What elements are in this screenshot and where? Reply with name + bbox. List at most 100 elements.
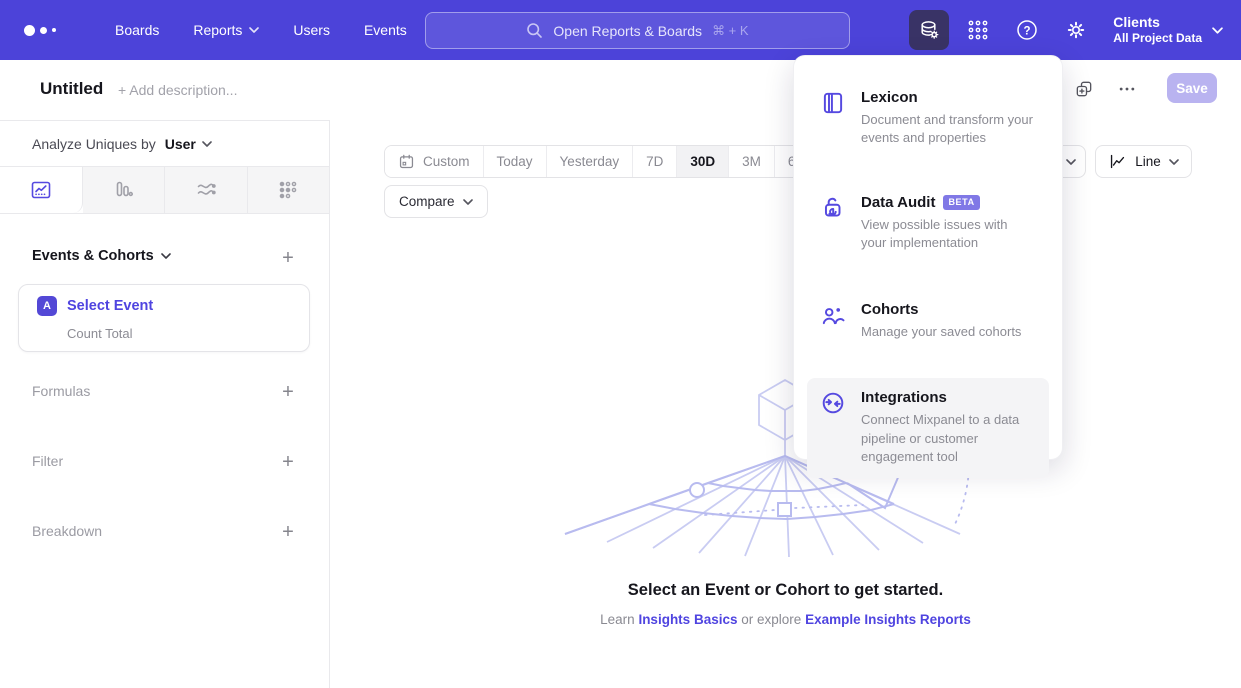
search-placeholder: Open Reports & Boards (553, 23, 702, 39)
formulas-section-label: Formulas (32, 383, 90, 399)
bar-chart-tab-icon (111, 178, 135, 202)
date-range-3m[interactable]: 3M (729, 146, 775, 177)
menu-item-description: View possible issues with your implement… (861, 216, 1036, 253)
chevron-down-icon (161, 253, 171, 259)
mixpanel-insights-page: Boards Reports Users Events Open Reports… (0, 0, 1241, 688)
nav-label: Reports (193, 22, 242, 38)
global-search-input[interactable]: Open Reports & Boards ⌘ + K (425, 12, 850, 49)
duplicate-report-button[interactable] (1071, 76, 1097, 102)
event-letter-badge: A (37, 296, 57, 316)
add-breakdown-button[interactable]: + (277, 521, 299, 543)
apps-grid-icon (966, 18, 990, 42)
navbar-right: ? Clients All Project Data (909, 0, 1223, 60)
report-title[interactable]: Untitled (40, 79, 103, 99)
compare-label: Compare (399, 194, 455, 209)
add-event-button[interactable]: + (277, 247, 299, 269)
date-range-selector: Custom Today Yesterday 7D 30D 3M 6M (384, 145, 821, 178)
project-name: Clients (1113, 14, 1202, 32)
nav-item-events[interactable]: Events (347, 14, 424, 46)
project-scope: All Project Data (1113, 31, 1202, 46)
help-button[interactable]: ? (1007, 10, 1047, 50)
menu-item-description: Document and transform your events and p… (861, 111, 1036, 148)
top-navbar: Boards Reports Users Events Open Reports… (0, 0, 1241, 60)
select-event-link[interactable]: Select Event (67, 298, 153, 314)
nav-label: Events (364, 22, 407, 38)
menu-item-title: Integrations (861, 389, 947, 406)
cohorts-people-icon (820, 301, 846, 341)
menu-item-title: Lexicon (861, 89, 918, 106)
empty-state-title: Select an Event or Cohort to get started… (330, 581, 1241, 600)
database-gear-icon (917, 18, 941, 42)
nav-label: Boards (115, 22, 159, 38)
nav-item-reports[interactable]: Reports (176, 14, 276, 46)
main-nav: Boards Reports Users Events (98, 14, 424, 46)
chevron-down-icon (1169, 159, 1179, 165)
integrations-sync-icon (820, 389, 846, 466)
ellipsis-icon (1117, 79, 1137, 99)
breakdown-section-label: Breakdown (32, 523, 102, 539)
help-icon: ? (1015, 18, 1039, 42)
data-management-button[interactable] (909, 10, 949, 50)
analyze-row: Analyze Uniques by User (32, 121, 212, 166)
date-range-custom[interactable]: Custom (385, 146, 484, 177)
nav-item-users[interactable]: Users (276, 14, 347, 46)
filter-section-label: Filter (32, 453, 63, 469)
tab-retention-grid[interactable] (248, 167, 330, 213)
compare-button[interactable]: Compare (384, 185, 488, 218)
flow-tab-icon (194, 178, 218, 202)
insights-basics-link[interactable]: Insights Basics (638, 612, 737, 627)
count-type-selector[interactable]: Count Total (67, 326, 133, 341)
date-range-yesterday[interactable]: Yesterday (547, 146, 634, 177)
event-card[interactable]: A Select Event Count Total (18, 284, 310, 352)
chart-style-label: Line (1135, 154, 1161, 169)
learn-prefix: Learn (600, 612, 635, 627)
menu-item-lexicon[interactable]: Lexicon Document and transform your even… (807, 78, 1049, 159)
menu-item-data-audit[interactable]: Data Audit BETA View possible issues wit… (807, 183, 1049, 264)
more-options-button[interactable] (1114, 76, 1140, 102)
chart-style-selector[interactable]: Line (1095, 145, 1192, 178)
or-explore-text: or explore (741, 612, 801, 627)
analyze-by-selector[interactable]: User (165, 136, 212, 152)
date-range-label: 7D (646, 154, 663, 169)
add-formula-button[interactable]: + (277, 381, 299, 403)
menu-item-cohorts[interactable]: Cohorts Manage your saved cohorts (807, 290, 1049, 352)
calendar-icon (398, 153, 415, 170)
analyze-by-value: User (165, 136, 196, 152)
date-range-label: 3M (742, 154, 761, 169)
dot-grid-tab-icon (276, 178, 300, 202)
date-range-label: Today (497, 154, 533, 169)
date-range-7d[interactable]: 7D (633, 146, 677, 177)
add-filter-button[interactable]: + (277, 451, 299, 473)
analyze-prefix-label: Analyze Uniques by (32, 136, 156, 152)
project-selector[interactable]: Clients All Project Data (1113, 14, 1223, 47)
add-description-button[interactable]: + Add description... (118, 82, 237, 98)
chevron-down-icon (249, 27, 259, 33)
apps-grid-button[interactable] (958, 10, 998, 50)
line-chart-tab-icon (29, 178, 53, 202)
data-audit-lock-icon (820, 194, 846, 253)
date-range-30d[interactable]: 30D (677, 146, 729, 177)
mixpanel-logo[interactable] (24, 25, 76, 36)
events-cohorts-header[interactable]: Events & Cohorts (32, 248, 171, 264)
svg-text:?: ? (1024, 25, 1031, 37)
events-cohorts-label: Events & Cohorts (32, 248, 154, 264)
nav-item-boards[interactable]: Boards (98, 14, 176, 46)
menu-item-title: Cohorts (861, 301, 919, 318)
chevron-down-icon (463, 199, 473, 205)
tab-bar-chart[interactable] (83, 167, 166, 213)
tab-insights-line[interactable] (0, 167, 83, 213)
line-chart-icon (1108, 152, 1127, 171)
lexicon-book-icon (820, 89, 846, 148)
menu-item-integrations[interactable]: Integrations Connect Mixpanel to a data … (807, 378, 1049, 477)
example-insights-reports-link[interactable]: Example Insights Reports (805, 612, 971, 627)
save-button[interactable]: Save (1167, 73, 1217, 103)
search-shortcut: ⌘ + K (712, 23, 749, 39)
data-management-menu: Lexicon Document and transform your even… (793, 55, 1063, 460)
settings-button[interactable] (1056, 10, 1096, 50)
tab-flow-chart[interactable] (165, 167, 248, 213)
query-builder-sidebar: Analyze Uniques by User (0, 120, 330, 688)
date-range-label: 30D (690, 154, 715, 169)
date-range-today[interactable]: Today (484, 146, 547, 177)
settings-gear-icon (1064, 18, 1088, 42)
menu-item-description: Connect Mixpanel to a data pipeline or c… (861, 411, 1036, 466)
